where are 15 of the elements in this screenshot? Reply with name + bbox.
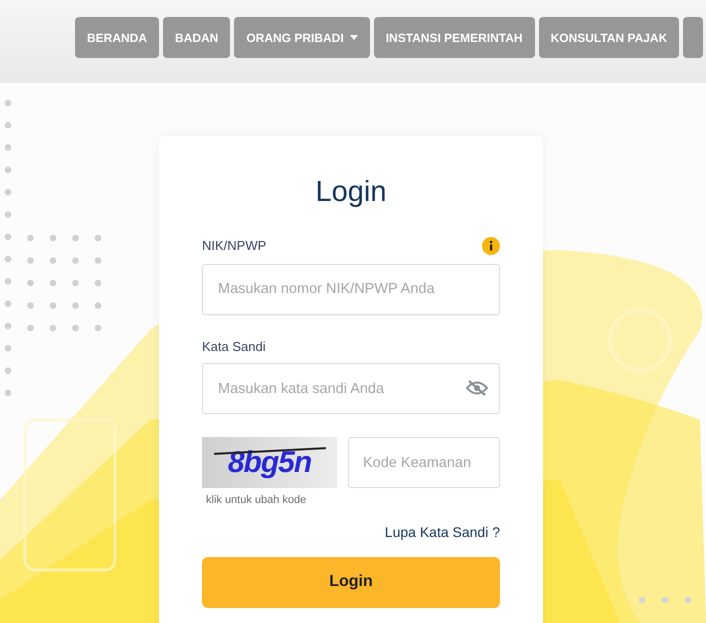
nav-tab[interactable]: KONSULTAN PAJAK	[538, 17, 680, 58]
login-title: Login	[314, 175, 388, 210]
captcha-image[interactable]: 8bg5n	[202, 437, 337, 488]
captcha-hint: klik untuk ubah kode	[206, 493, 308, 508]
id-input-field[interactable]: Masukan nomor NIK/NPWP Anda	[202, 264, 500, 314]
nav-tab[interactable]: ORANG PRIBADI	[234, 17, 370, 58]
captcha-input-field[interactable]: Kode Keamanan	[348, 437, 500, 488]
nav-tab[interactable]: BERANDA	[75, 17, 159, 58]
forgot-password-link[interactable]: Lupa Kata Sandi ?	[384, 522, 500, 542]
nav-tab[interactable]: BADAN	[163, 17, 230, 58]
field-label: NIK/NPWP	[202, 237, 266, 255]
field-label: Kata Sandi	[202, 338, 267, 356]
login-button[interactable]: Login	[202, 556, 500, 608]
nav-tab[interactable]: INSTANSI PEMERINTAH	[374, 17, 535, 58]
password-input-field[interactable]: Masukan kata sandi Anda	[202, 363, 500, 414]
